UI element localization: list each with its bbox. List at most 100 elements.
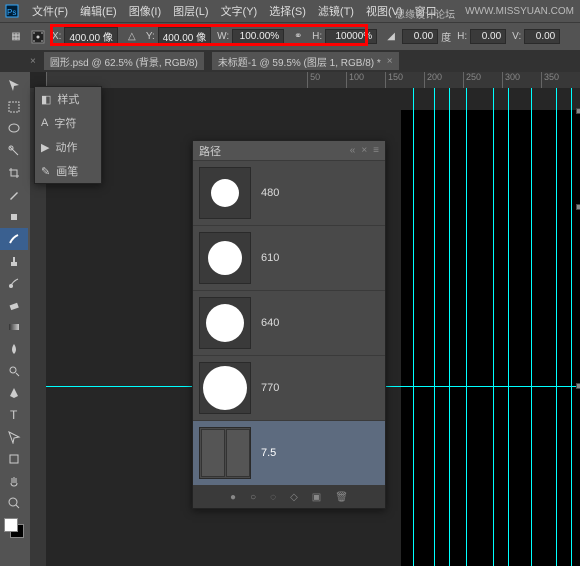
path-item[interactable]: 7.5 [193,421,385,486]
zoom-tool[interactable] [0,492,28,514]
guide-vertical[interactable] [493,88,494,566]
guide-vertical[interactable] [508,88,509,566]
panel-item-label: 字符 [54,115,76,131]
guide-vertical[interactable] [571,88,572,566]
panel-shortcuts[interactable]: ◧ 样式 A 字符 ▶动作 ✎画笔 [34,86,102,184]
guide-vertical[interactable] [556,88,557,566]
y-input[interactable]: 400.00 像 [158,27,211,46]
delete-path-icon[interactable]: 🗑 [335,492,348,503]
hand-tool[interactable] [0,470,28,492]
brush-tool[interactable] [0,228,28,250]
menu-layer[interactable]: 图层(L) [173,3,208,19]
dodge-tool[interactable] [0,360,28,382]
styles-icon: ◧ [41,93,51,106]
fill-path-icon[interactable]: ● [230,492,236,503]
ruler-mark: 200 [424,72,463,88]
skew-v-input[interactable]: 0.00 [524,29,560,44]
menu-image[interactable]: 图像(I) [129,3,161,19]
blur-tool[interactable] [0,338,28,360]
menu-type[interactable]: 文字(Y) [221,3,258,19]
svg-text:T: T [10,408,18,422]
panel-paths[interactable]: 路径 «×≡ 480 610 640 770 7.5 ● ○ ◌ ◇ ▣ 🗑 [192,140,386,509]
menu-edit[interactable]: 编辑(E) [80,3,117,19]
eyedropper-tool[interactable] [0,184,28,206]
ruler-mark: 50 [307,72,346,88]
x-input[interactable]: 400.00 像 [64,27,117,46]
rotate-input[interactable]: 0.00 [402,29,438,44]
ruler-mark: 250 [463,72,502,88]
load-selection-icon[interactable]: ◌ [270,492,276,503]
path-label: 7.5 [261,447,276,459]
wand-tool[interactable] [0,140,28,162]
collapse-icon[interactable]: « [350,145,356,156]
eraser-tool[interactable] [0,294,28,316]
menu-file[interactable]: 文件(F) [32,3,68,19]
menu-select[interactable]: 选择(S) [269,3,306,19]
skew-h-input[interactable]: 0.00 [470,29,506,44]
path-label: 770 [261,382,279,394]
make-workpath-icon[interactable]: ◇ [290,492,298,503]
transform-icon[interactable]: ▦ [8,29,24,45]
new-path-icon[interactable]: ▣ [312,492,321,503]
crop-tool[interactable] [0,162,28,184]
lasso-tool[interactable] [0,118,28,140]
panel-footer: ● ○ ◌ ◇ ▣ 🗑 [193,486,385,508]
swap-xy-icon[interactable]: △ [124,29,140,45]
guide-vertical[interactable] [434,88,435,566]
tab-doc-2[interactable]: 未标题-1 @ 59.5% (图层 1, RGB/8) * × [212,52,399,70]
panel-item-actions[interactable]: ▶动作 [35,135,101,159]
rotate-icon: ◢ [383,29,399,45]
path-label: 480 [261,187,279,199]
w-input[interactable]: 100.00% [232,29,284,44]
transform-handle[interactable] [576,204,580,210]
path-thumb [199,232,251,284]
foreground-swatch[interactable] [4,518,18,532]
history-brush-tool[interactable] [0,272,28,294]
move-tool[interactable] [0,74,28,96]
options-bar: ▦ X:400.00 像 △ Y:400.00 像 W:100.00% ⚭ H:… [0,22,580,50]
color-swatches[interactable] [4,518,26,540]
close-icon[interactable]: × [387,56,393,67]
gradient-tool[interactable] [0,316,28,338]
degree-label: 度 [441,29,451,44]
guide-vertical[interactable] [531,88,532,566]
h-input[interactable]: 10000% [325,29,377,44]
path-select-tool[interactable] [0,426,28,448]
shape-tool[interactable] [0,448,28,470]
ruler-mark: 150 [385,72,424,88]
path-thumb [199,167,251,219]
tab-doc-1[interactable]: 圆形.psd @ 62.5% (背景, RGB/8) [44,52,204,70]
guide-vertical[interactable] [466,88,467,566]
path-item[interactable]: 610 [193,226,385,291]
marquee-tool[interactable] [0,96,28,118]
path-item[interactable]: 640 [193,291,385,356]
skew-h-label: H: [457,31,467,42]
close-icon[interactable]: × [361,145,367,156]
panel-item-brushes[interactable]: ✎画笔 [35,159,101,183]
type-tool[interactable]: T [0,404,28,426]
character-icon: A [41,117,48,129]
path-item[interactable]: 770 [193,356,385,421]
guide-vertical[interactable] [449,88,450,566]
path-label: 610 [261,252,279,264]
transform-handle[interactable] [576,383,580,389]
heal-tool[interactable] [0,206,28,228]
transform-handle[interactable] [576,108,580,114]
guide-vertical[interactable] [413,88,414,566]
stamp-tool[interactable] [0,250,28,272]
menu-icon[interactable]: ≡ [373,145,379,156]
panel-title-bar[interactable]: 路径 «×≡ [193,141,385,161]
watermark: 思缘设计论坛 WWW.MISSYUAN.COM [395,6,574,21]
pen-tool[interactable] [0,382,28,404]
ruler-mark: 350 [541,72,580,88]
tab-label-2: 未标题-1 @ 59.5% (图层 1, RGB/8) * [218,54,381,69]
ruler-horizontal[interactable]: 50 100 150 200 250 300 350 [46,72,580,88]
panel-item-label: 样式 [57,91,79,107]
path-item[interactable]: 480 [193,161,385,226]
reference-point-icon[interactable] [30,29,46,45]
panel-item-styles[interactable]: ◧ 样式 [35,87,101,111]
link-icon[interactable]: ⚭ [290,29,306,45]
panel-item-character[interactable]: A 字符 [35,111,101,135]
stroke-path-icon[interactable]: ○ [250,492,256,503]
menu-filter[interactable]: 滤镜(T) [318,3,354,19]
